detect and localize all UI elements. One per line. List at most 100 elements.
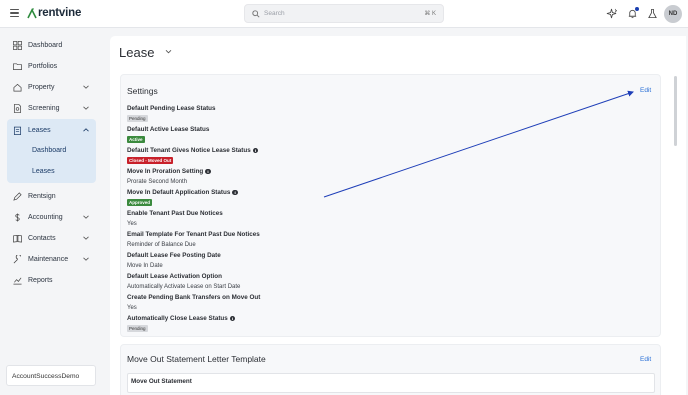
search-bar[interactable]: ⌘ K	[244, 4, 444, 23]
sidebar: Dashboard Portfolios Property Screening …	[0, 29, 104, 395]
clipboard-icon	[13, 126, 22, 135]
sidebar-item-label: Dashboard	[28, 42, 63, 49]
grid-icon	[13, 41, 22, 50]
setting-move-in-proration: Move In Proration Setting i Prorate Secon…	[127, 168, 211, 185]
info-icon[interactable]: i	[232, 189, 238, 196]
main-content: Lease Settings Edit Default Pending Leas…	[110, 36, 686, 395]
sidebar-item-label: Reports	[28, 277, 53, 284]
setting-value: Yes	[127, 305, 137, 311]
setting-label-text: Default Tenant Gives Notice Lease Status	[127, 147, 251, 154]
move-out-statement-card: Move Out Statement Letter Template Edit …	[120, 344, 661, 395]
sidebar-item-rentsign[interactable]: Rentsign	[7, 188, 96, 205]
sidebar-item-leases[interactable]: Leases	[7, 122, 96, 139]
setting-label: Default Lease Activation Option	[127, 273, 222, 280]
notification-dot	[635, 7, 639, 11]
setting-label-text: Automatically Close Lease Status	[127, 315, 228, 322]
dollar-icon	[13, 213, 22, 222]
sidebar-item-property[interactable]: Property	[7, 79, 96, 96]
brand-logo[interactable]: rentvine	[27, 7, 81, 19]
setting-label: Move In Default Application Status i	[127, 189, 238, 196]
folder-icon	[13, 62, 22, 71]
setting-default-pending-lease-status: Default Pending Lease Status Pending	[127, 105, 216, 122]
setting-value: Prorate Second Month	[127, 179, 188, 185]
settings-card: Settings Edit Default Pending Lease Stat…	[120, 74, 661, 337]
home-icon	[13, 83, 22, 92]
sidebar-item-label: Accounting	[28, 214, 63, 221]
page-title: Lease	[119, 45, 155, 60]
setting-value: Move In Date	[127, 263, 163, 269]
setting-create-pending-bank-transfers: Create Pending Bank Transfers on Move Ou…	[127, 294, 260, 311]
sidebar-item-dashboard[interactable]: Dashboard	[7, 37, 96, 54]
search-input[interactable]	[264, 7, 404, 20]
brand-name: rentvine	[38, 7, 82, 19]
rentvine-leaf-icon	[27, 7, 37, 18]
chevron-down-icon	[83, 256, 89, 262]
setting-label: Default Pending Lease Status	[127, 105, 216, 112]
move-out-template-box[interactable]: Move Out Statement	[127, 373, 655, 393]
setting-label-text: Move In Proration Setting	[127, 168, 204, 175]
setting-default-tenant-gives-notice-status: Default Tenant Gives Notice Lease Status…	[127, 147, 259, 164]
status-badge: Approved	[127, 199, 153, 206]
flask-icon[interactable]	[647, 8, 658, 19]
move-out-edit-link[interactable]: Edit	[640, 356, 651, 363]
address-book-icon	[13, 234, 22, 243]
setting-label: Email Template For Tenant Past Due Notic…	[127, 231, 260, 238]
setting-label: Automatically Close Lease Status i	[127, 315, 236, 322]
setting-label-text: Move In Default Application Status	[127, 189, 231, 196]
hamburger-menu-icon[interactable]	[10, 9, 19, 18]
sidebar-item-screening[interactable]: Screening	[7, 100, 96, 117]
sidebar-subitem-dashboard[interactable]: Dashboard	[32, 147, 66, 154]
setting-move-in-default-application-status: Move In Default Application Status i Appr…	[127, 189, 238, 206]
info-icon[interactable]: i	[229, 315, 236, 322]
setting-label: Move In Proration Setting i	[127, 168, 211, 175]
setting-label: Create Pending Bank Transfers on Move Ou…	[127, 294, 261, 301]
sidebar-item-label: Screening	[28, 105, 60, 112]
sidebar-item-portfolios[interactable]: Portfolios	[7, 58, 96, 75]
chevron-down-icon	[83, 235, 89, 241]
sidebar-item-reports[interactable]: Reports	[7, 272, 96, 289]
setting-label: Default Lease Fee Posting Date	[127, 252, 221, 259]
setting-label: Enable Tenant Past Due Notices	[127, 210, 223, 217]
sidebar-item-label: Property	[28, 84, 55, 91]
settings-card-title: Settings	[127, 86, 158, 96]
search-icon	[252, 10, 260, 18]
setting-automatically-close-lease-status: Automatically Close Lease Status i Pendin…	[127, 315, 236, 332]
sidebar-item-label: Rentsign	[28, 193, 56, 200]
sidebar-subitem-leases[interactable]: Leases	[32, 168, 55, 175]
setting-label: Default Tenant Gives Notice Lease Status…	[127, 147, 259, 154]
sidebar-item-contacts[interactable]: Contacts	[7, 230, 96, 247]
sidebar-item-label: Maintenance	[28, 256, 69, 263]
settings-edit-link[interactable]: Edit	[640, 87, 651, 94]
sparkle-ai-icon[interactable]	[606, 8, 619, 19]
setting-email-template-past-due: Email Template For Tenant Past Due Notic…	[127, 231, 260, 248]
sidebar-item-maintenance[interactable]: Maintenance	[7, 251, 96, 268]
info-icon[interactable]: i	[252, 147, 259, 154]
scrollbar[interactable]	[674, 76, 677, 146]
chevron-down-icon[interactable]	[165, 48, 172, 55]
setting-default-active-lease-status: Default Active Lease Status Active	[127, 126, 209, 143]
move-out-card-title: Move Out Statement Letter Template	[127, 354, 266, 364]
sidebar-item-accounting[interactable]: Accounting	[7, 209, 96, 226]
account-switcher[interactable]: AccountSuccessDemo	[6, 365, 96, 386]
chevron-down-icon	[83, 84, 89, 90]
sidebar-item-label: Contacts	[28, 235, 56, 242]
status-badge: Closed - Moved Out	[127, 157, 174, 164]
status-badge: Active	[127, 136, 145, 143]
setting-value: Yes	[127, 221, 137, 227]
setting-label: Default Active Lease Status	[127, 126, 210, 133]
sidebar-item-label: Portfolios	[28, 63, 58, 70]
chart-icon	[13, 276, 22, 285]
info-icon[interactable]: i	[205, 168, 211, 175]
chevron-down-icon	[83, 214, 89, 220]
status-badge: Pending	[127, 325, 148, 332]
sidebar-item-label: Leases	[28, 127, 51, 134]
notifications-bell-icon[interactable]	[627, 7, 639, 19]
setting-enable-tenant-past-due-notices: Enable Tenant Past Due Notices Yes	[127, 210, 223, 227]
setting-default-lease-fee-posting-date: Default Lease Fee Posting Date Move In D…	[127, 252, 221, 269]
user-avatar[interactable]: ND	[664, 5, 682, 23]
status-badge: Pending	[127, 115, 148, 122]
setting-value: Automatically Activate Lease on Start Da…	[127, 284, 241, 290]
setting-value: Reminder of Balance Due	[127, 242, 196, 248]
search-shortcut: ⌘ K	[424, 11, 436, 17]
pen-icon	[13, 192, 22, 201]
